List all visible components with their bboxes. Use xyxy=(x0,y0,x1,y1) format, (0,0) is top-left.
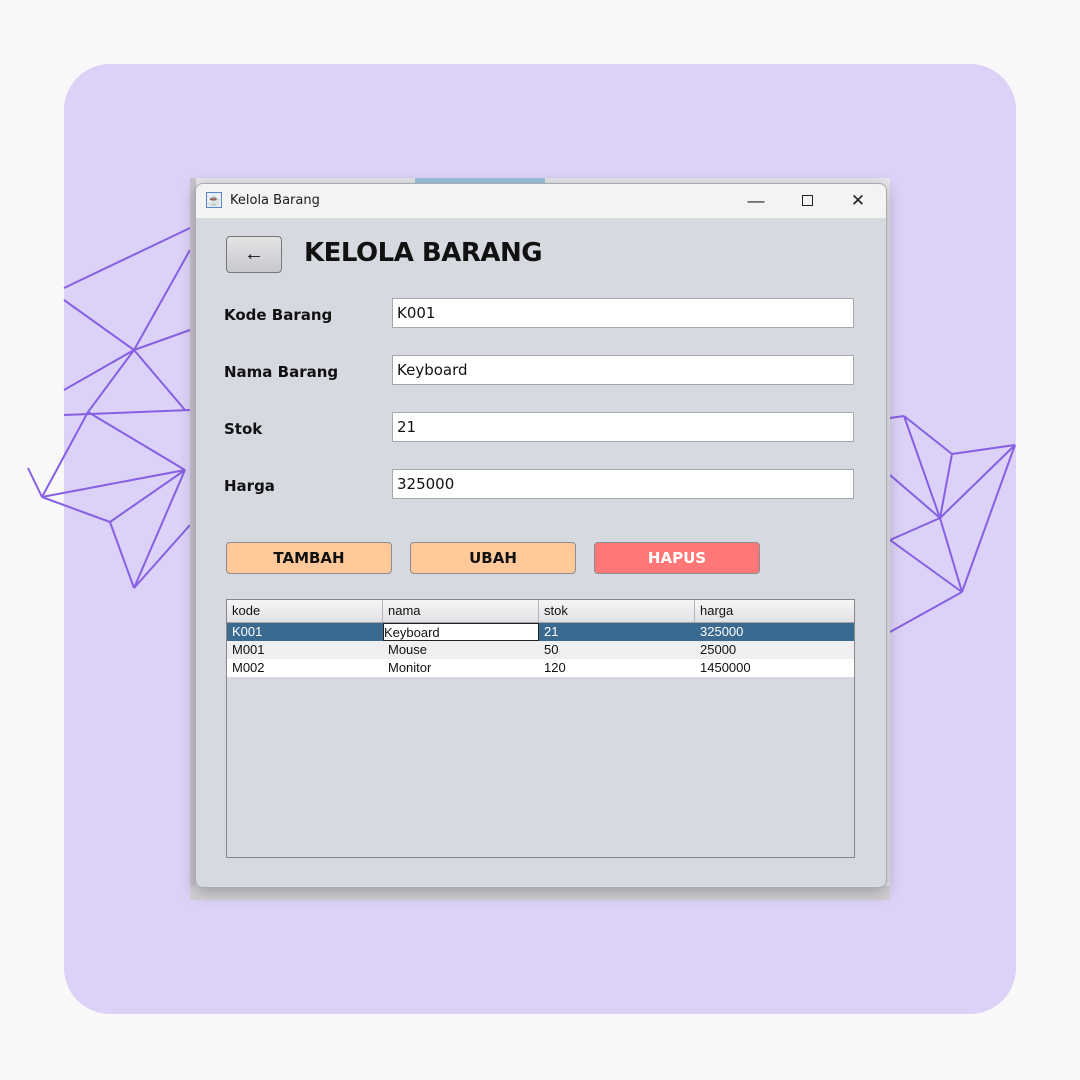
nama-barang-label: Nama Barang xyxy=(224,363,339,381)
column-header-harga[interactable]: harga xyxy=(695,600,851,622)
harga-label: Harga xyxy=(224,477,275,495)
back-button[interactable]: ← xyxy=(226,236,282,273)
table-cell[interactable]: 25000 xyxy=(695,641,851,659)
minimize-button[interactable]: — xyxy=(733,184,779,218)
window-title: Kelola Barang xyxy=(230,193,320,208)
kelola-barang-window: ☕ Kelola Barang — ✕ ← KELOLA BARANG Kode… xyxy=(195,183,887,888)
table-cell[interactable]: 21 xyxy=(539,623,695,641)
kode-barang-field[interactable]: K001 xyxy=(392,298,854,328)
title-bar[interactable]: ☕ Kelola Barang — ✕ xyxy=(196,184,886,218)
hapus-button[interactable]: HAPUS xyxy=(594,542,760,574)
column-header-kode[interactable]: kode xyxy=(227,600,383,622)
table-row[interactable]: K001 Keyboard 21 325000 xyxy=(227,623,854,641)
table-cell[interactable]: 325000 xyxy=(695,623,851,641)
stok-label: Stok xyxy=(224,420,263,438)
table-cell[interactable]: 120 xyxy=(539,659,695,677)
maximize-button[interactable] xyxy=(784,184,830,218)
nama-barang-field[interactable]: Keyboard xyxy=(392,355,854,385)
column-header-stok[interactable]: stok xyxy=(539,600,695,622)
table-cell[interactable]: K001 xyxy=(227,623,383,641)
table-row[interactable]: M001 Mouse 50 25000 xyxy=(227,641,854,659)
table-cell[interactable]: 50 xyxy=(539,641,695,659)
ubah-button[interactable]: UBAH xyxy=(410,542,576,574)
tambah-button[interactable]: TAMBAH xyxy=(226,542,392,574)
table-cell[interactable]: M001 xyxy=(227,641,383,659)
maximize-icon xyxy=(801,195,813,206)
column-header-nama[interactable]: nama xyxy=(383,600,539,622)
page-title: KELOLA BARANG xyxy=(304,238,543,268)
table-cell[interactable]: Mouse xyxy=(383,641,539,659)
kode-barang-label: Kode Barang xyxy=(224,306,333,324)
table-cell-editing[interactable]: Keyboard xyxy=(383,623,539,641)
close-button[interactable]: ✕ xyxy=(835,184,881,218)
table-row[interactable]: M002 Monitor 120 1450000 xyxy=(227,659,854,677)
table-header: kode nama stok harga xyxy=(227,600,854,623)
table-cell[interactable]: M002 xyxy=(227,659,383,677)
table-cell[interactable]: 1450000 xyxy=(695,659,851,677)
harga-field[interactable]: 325000 xyxy=(392,469,854,499)
background-window-footer xyxy=(190,886,890,900)
stok-field[interactable]: 21 xyxy=(392,412,854,442)
table-cell[interactable]: Monitor xyxy=(383,659,539,677)
barang-table[interactable]: kode nama stok harga K001 Keyboard 21 32… xyxy=(226,599,855,858)
java-app-icon: ☕ xyxy=(206,192,222,208)
